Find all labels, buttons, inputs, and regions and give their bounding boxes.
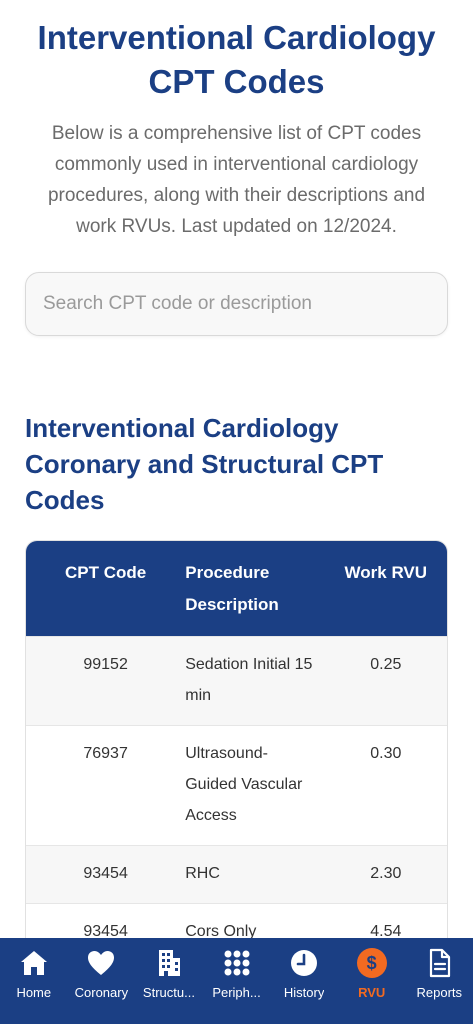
tab-coronary[interactable]: Coronary (68, 938, 136, 1024)
cpt-code-cell: 99152 (83, 656, 128, 673)
table-header: CPT Code Procedure Description Work RVU (26, 541, 447, 636)
table-row[interactable]: 93454 Cors Only 4.54 (26, 903, 447, 938)
building-icon (152, 946, 186, 980)
search-container (25, 272, 448, 336)
home-icon (17, 946, 51, 980)
page-title: Interventional Cardiology CPT Codes (37, 19, 436, 100)
cpt-table: CPT Code Procedure Description Work RVU … (25, 540, 448, 938)
cpt-code-cell: 76937 (83, 745, 128, 762)
intro-text: Below is a comprehensive list of CPT cod… (47, 123, 426, 237)
description-cell: Ultrasound-Guided Vascular Access (185, 745, 303, 824)
tab-history[interactable]: History (270, 938, 338, 1024)
tab-label: Periph... (212, 985, 261, 1000)
header-work-rvu: Work RVU (344, 563, 428, 582)
rvu-cell: 0.30 (370, 745, 402, 762)
rvu-cell: 2.30 (370, 865, 402, 882)
tab-label: History (283, 985, 325, 1000)
description-cell: RHC (185, 865, 220, 882)
tab-label: Home (16, 985, 52, 1000)
table-row[interactable]: 99152 Sedation Initial 15 min 0.25 (26, 636, 447, 725)
tab-reports[interactable]: Reports (405, 938, 473, 1024)
dollar-icon: $ (355, 946, 389, 980)
tab-peripheral[interactable]: Periph... (203, 938, 271, 1024)
section-title: Interventional Cardiology Coronary and S… (25, 413, 384, 515)
header-procedure-description: Procedure Description (185, 563, 279, 614)
grid-icon (220, 946, 254, 980)
tab-label: RVU (358, 985, 386, 1000)
tab-label: Structu... (142, 985, 195, 1000)
bottom-tab-bar: Home Coronary Structu... Periph... Histo… (0, 938, 473, 1024)
cpt-code-cell: 93454 (83, 865, 128, 882)
description-cell: Sedation Initial 15 min (185, 656, 313, 704)
main-content: Interventional Cardiology CPT Codes Belo… (0, 0, 473, 938)
tab-structural[interactable]: Structu... (135, 938, 203, 1024)
tab-label: Coronary (74, 985, 129, 1000)
table-row[interactable]: 93454 RHC 2.30 (26, 845, 447, 903)
document-icon (422, 946, 456, 980)
cpt-code-cell: 93454 (83, 923, 128, 938)
heart-icon (84, 946, 118, 980)
rvu-cell: 0.25 (370, 656, 402, 673)
description-cell: Cors Only (185, 923, 257, 938)
search-input[interactable] (25, 272, 448, 336)
clock-icon (287, 946, 321, 980)
tab-label: Reports (416, 985, 463, 1000)
header-cpt-code: CPT Code (65, 563, 147, 582)
tab-home[interactable]: Home (0, 938, 68, 1024)
rvu-cell: 4.54 (370, 923, 402, 938)
table-row[interactable]: 76937 Ultrasound-Guided Vascular Access … (26, 725, 447, 845)
tab-rvu[interactable]: $ RVU (338, 938, 406, 1024)
